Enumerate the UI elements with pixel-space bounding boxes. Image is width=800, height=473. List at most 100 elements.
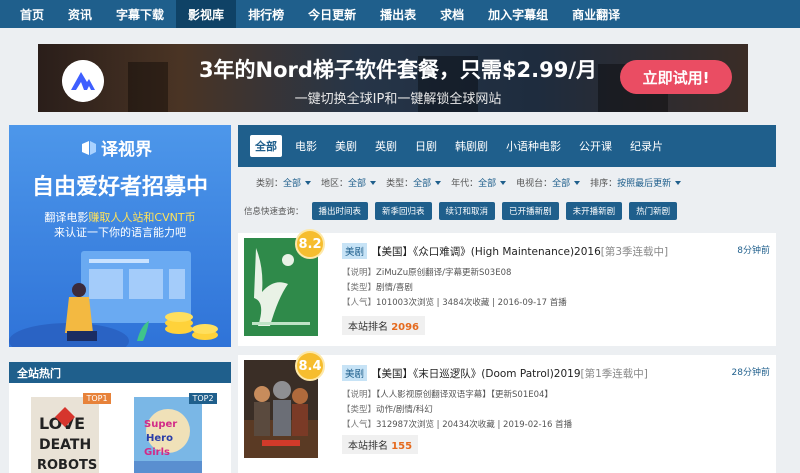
show-desc-label: 【说明】 — [342, 268, 377, 278]
nav-item-news[interactable]: 资讯 — [56, 0, 104, 28]
show-desc-text: 【人人影视原创翻译双语字幕】【更新S01E04】 — [376, 390, 553, 400]
brand-logo-icon — [82, 140, 96, 155]
filter-network-value: 全部 — [552, 178, 571, 189]
quick-query-bar: 信息快速查询： 播出时间表 新季回归表 续订和取消 已开播新剧 未开播新剧 热门… — [238, 200, 776, 222]
category-jp-tv[interactable]: 日剧 — [410, 135, 442, 157]
svg-text:Girls: Girls — [144, 447, 170, 458]
promo-line-1-text: 翻译电影 — [44, 211, 89, 224]
show-title[interactable]: 美剧 【美国】《末日巡逻队》(Doom Patrol)2019[第1季连载中] — [342, 365, 722, 381]
show-popularity-text: 312987次浏览 | 20434次收藏 | 2019-02-16 首播 — [376, 420, 573, 430]
show-genre-text: 剧情/喜剧 — [376, 283, 413, 293]
quick-renewal-button[interactable]: 续订和取消 — [438, 202, 496, 220]
quick-query-label: 信息快速查询： — [244, 207, 304, 217]
show-title[interactable]: 美剧 【美国】《众口难调》(High Maintenance)2016[第3季连载… — [342, 243, 722, 259]
site-rank-label: 本站排名 — [348, 322, 388, 333]
promo-illustration — [9, 251, 218, 347]
filter-year-value: 全部 — [478, 178, 497, 189]
ad-banner[interactable]: 3年的Nord梯子软件套餐，只需$2.99/月 一键切换全球IP和一键解锁全球网… — [38, 44, 748, 112]
category-documentary[interactable]: 纪录片 — [625, 135, 668, 157]
rating-badge: 8.4 — [295, 351, 325, 381]
ad-trial-button[interactable]: 立即试用! — [620, 60, 732, 94]
category-open-course[interactable]: 公开课 — [574, 135, 617, 157]
show-genre-text: 动作/剧情/科幻 — [376, 405, 433, 415]
ad-subline: 一键切换全球IP和一键解锁全球网站 — [294, 92, 502, 107]
filter-sort-value: 按照最后更新 — [617, 178, 672, 189]
category-tabs: 全部 电影 美剧 英剧 日剧 韩剧剧 小语种电影 公开课 纪录片 — [238, 125, 776, 167]
filter-genre-label: 类型： — [386, 178, 414, 189]
nord-logo-icon — [62, 60, 104, 102]
hot-tag-1: TOP1 — [83, 393, 111, 404]
show-popularity: 【人气】312987次浏览 | 20434次收藏 | 2019-02-16 首播 — [342, 418, 572, 430]
show-type-badge: 美剧 — [342, 365, 368, 381]
translator-recruit-promo[interactable]: 译视界 自由爱好者招募中 翻译电影赚取人人站和CVNT币 来认证一下你的语言能力… — [9, 125, 231, 347]
nav-item-requests[interactable]: 求档 — [428, 0, 476, 28]
promo-headline: 自由爱好者招募中 — [31, 175, 208, 200]
nav-item-schedule[interactable]: 播出表 — [368, 0, 428, 28]
quick-aired-button[interactable]: 已开播新剧 — [502, 202, 559, 220]
show-desc-text: ZiMuZu原创翻译/字幕更新S03E08 — [376, 268, 512, 278]
site-rank-value: 155 — [391, 441, 413, 452]
filter-category-value: 全部 — [283, 178, 302, 189]
show-genre-label: 【类型】 — [342, 283, 377, 293]
filter-sort[interactable]: 排序：按照最后更新 — [590, 176, 682, 189]
filter-year-label: 年代： — [451, 178, 479, 189]
quick-schedule-button[interactable]: 播出时间表 — [311, 202, 369, 220]
svg-text:Hero: Hero — [146, 433, 173, 444]
update-time: 8分钟前 — [737, 246, 770, 256]
show-genre-label: 【类型】 — [342, 405, 377, 415]
show-card[interactable]: 8.2 美剧 【美国】《众口难调》(High Maintenance)2016[第… — [238, 229, 776, 346]
nav-item-home[interactable]: 首页 — [8, 0, 56, 28]
chevron-down-icon — [574, 181, 581, 185]
promo-line-1-highlight: 赚取人人站和CVNT币 — [88, 211, 196, 224]
nav-item-today[interactable]: 今日更新 — [296, 0, 368, 28]
show-status: [第3季连载中] — [600, 246, 669, 258]
quick-popular-button[interactable]: 热门新剧 — [629, 202, 678, 220]
nav-item-rankings[interactable]: 排行榜 — [236, 0, 296, 28]
quick-return-button[interactable]: 新季回归表 — [375, 202, 432, 220]
show-card[interactable]: 8.4 美剧 【美国】《末日巡逻队》(Doom Patrol)2019[第1季连载… — [238, 351, 776, 473]
filter-region-value: 全部 — [348, 178, 367, 189]
promo-brand: 译视界 — [81, 135, 152, 160]
hot-poster-2[interactable]: Super Hero Girls — [134, 397, 202, 473]
hot-poster-1[interactable]: LOVE DEATH ROBOTS — [31, 397, 99, 473]
filter-category[interactable]: 类别：全部 — [256, 176, 312, 189]
chevron-down-icon — [370, 181, 377, 185]
nav-item-library[interactable]: 影视库 — [176, 0, 237, 28]
filter-genre[interactable]: 类型：全部 — [386, 176, 442, 189]
show-popularity-text: 101003次浏览 | 3484次收藏 | 2016-09-17 首播 — [376, 298, 567, 308]
filter-network-label: 电视台： — [516, 178, 553, 189]
show-genre: 【类型】动作/剧情/科幻 — [342, 403, 433, 415]
nav-item-join[interactable]: 加入字幕组 — [476, 0, 560, 28]
nav-item-business[interactable]: 商业翻译 — [560, 0, 632, 28]
chevron-down-icon — [435, 181, 442, 185]
nav-item-subtitles[interactable]: 字幕下载 — [104, 0, 176, 28]
filter-genre-value: 全部 — [413, 178, 432, 189]
show-popularity-label: 【人气】 — [342, 298, 377, 308]
show-genre: 【类型】剧情/喜剧 — [342, 281, 413, 293]
category-uk-tv[interactable]: 英剧 — [370, 135, 402, 157]
category-movie[interactable]: 电影 — [290, 135, 322, 157]
site-rank-value: 2096 — [391, 322, 420, 333]
site-hot-list: 全站热门 LOVE DEATH ROBOTS TOP1 Super Hero G… — [9, 362, 231, 473]
show-status: [第1季连载中] — [580, 368, 648, 380]
show-title-text: 【美国】《末日巡逻队》(Doom Patrol)2019 — [371, 368, 581, 380]
category-kr-tv[interactable]: 韩剧剧 — [450, 135, 493, 157]
filter-year[interactable]: 年代：全部 — [451, 176, 507, 189]
filter-region-label: 地区： — [321, 178, 349, 189]
show-popularity: 【人气】101003次浏览 | 3484次收藏 | 2016-09-17 首播 — [342, 296, 567, 308]
hot-tag-2: TOP2 — [189, 393, 217, 404]
show-type-badge: 美剧 — [342, 243, 368, 259]
category-us-tv[interactable]: 美剧 — [330, 135, 362, 157]
promo-line-2: 来认证一下你的语言能力吧 — [54, 226, 186, 239]
category-all[interactable]: 全部 — [250, 135, 282, 157]
filter-region[interactable]: 地区：全部 — [321, 176, 377, 189]
category-minor-language-film[interactable]: 小语种电影 — [501, 135, 566, 157]
show-popularity-label: 【人气】 — [342, 420, 377, 430]
quick-upcoming-button[interactable]: 未开播新剧 — [565, 202, 623, 220]
filter-category-label: 类别： — [256, 178, 284, 189]
chevron-down-icon — [305, 181, 312, 185]
filter-network[interactable]: 电视台：全部 — [516, 176, 581, 189]
show-title-text: 【美国】《众口难调》(High Maintenance)2016 — [371, 246, 601, 258]
chevron-down-icon — [500, 181, 507, 185]
promo-brand-name: 译视界 — [101, 140, 152, 160]
